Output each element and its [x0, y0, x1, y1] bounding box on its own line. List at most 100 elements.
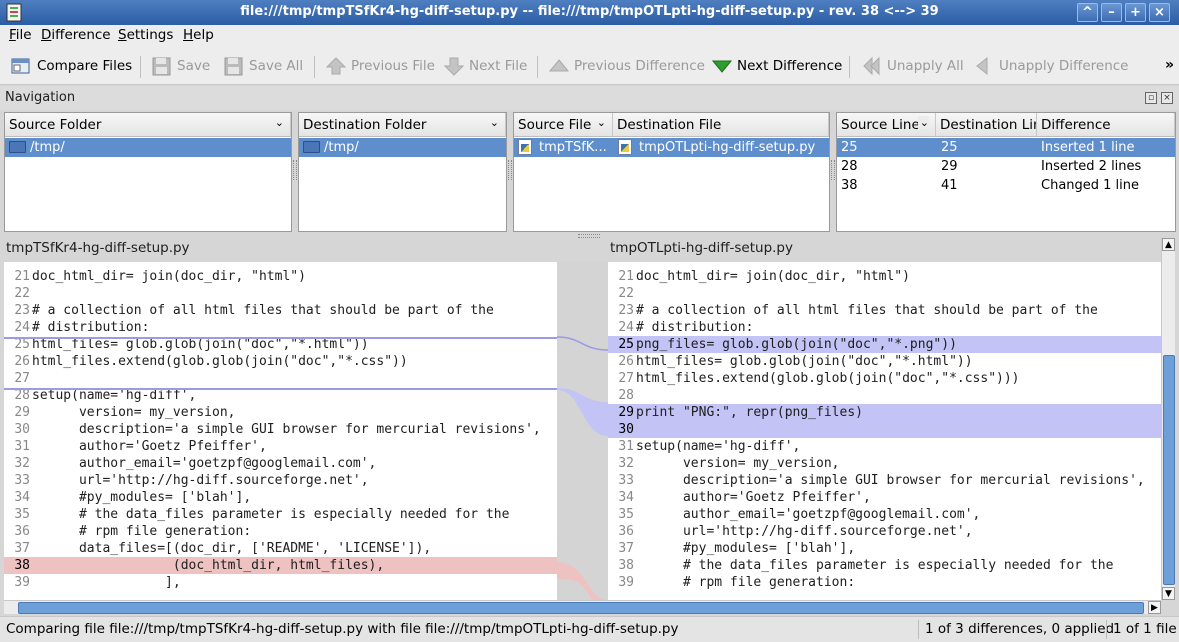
next-file-icon	[444, 57, 464, 76]
scroll-right-icon[interactable]: ▶	[1148, 601, 1161, 614]
source-line-header[interactable]: Source Line ⌄	[837, 113, 936, 137]
code-text: html_files.extend(glob.glob(join("doc","…	[32, 354, 408, 369]
toolbar-overflow-button[interactable]: »	[1165, 57, 1174, 73]
menu-help[interactable]: Help	[183, 27, 214, 43]
code-line: 36 # rpm file generation:	[4, 523, 557, 540]
code-text: #py_modules= ['blah'],	[636, 541, 856, 556]
destination-folder-pane: Destination Folder ⌄ /tmp/	[298, 112, 507, 232]
code-line: 35 author_email='goetzpf@googlemail.com'…	[608, 506, 1161, 523]
vertical-scroll-thumb[interactable]	[1163, 355, 1175, 585]
save-button[interactable]: Save	[152, 54, 210, 78]
menu-bar: File Difference Settings Help	[0, 25, 1179, 47]
line-number: 38	[618, 558, 634, 573]
destination-folder-header[interactable]: Destination Folder ⌄	[299, 113, 506, 137]
line-number: 36	[14, 524, 30, 539]
status-message: Comparing file file:///tmp/tmpTSfKr4-hg-…	[6, 621, 679, 637]
previous-file-button[interactable]: Previous File	[326, 54, 435, 78]
save-all-button[interactable]: Save All	[224, 54, 303, 78]
code-text: # rpm file generation:	[32, 524, 252, 539]
next-difference-button[interactable]: Next Difference	[712, 54, 842, 78]
code-text: # a collection of all html files that sh…	[32, 303, 494, 318]
line-number: 32	[14, 456, 30, 471]
code-line: 34 author='Goetz Pfeiffer',	[608, 489, 1161, 506]
status-separator	[918, 620, 919, 639]
file-pair-row[interactable]: tmpTSfK... tmpOTLpti-hg-diff-setup.py	[514, 138, 829, 157]
code-line: 23 # a collection of all html files that …	[4, 302, 557, 319]
right-diff-view[interactable]: 21 doc_html_dir= join(doc_dir, "html") 22 2…	[608, 262, 1161, 600]
code-line: 32 author_email='goetzpf@googlemail.com'…	[4, 455, 557, 472]
line-number: 36	[618, 524, 634, 539]
line-number: 22	[14, 286, 30, 301]
unapply-difference-button[interactable]: Unapply Difference	[974, 54, 1128, 78]
horizontal-scrollbar[interactable]: ▶	[4, 600, 1161, 614]
code-line: 23 # a collection of all html files that …	[608, 302, 1161, 319]
insertion-marker	[4, 388, 557, 390]
difference-row[interactable]: 25 25 Inserted 1 line	[837, 138, 1175, 157]
code-line: 21 doc_html_dir= join(doc_dir, "html")	[608, 268, 1161, 285]
previous-difference-button[interactable]: Previous Difference	[549, 54, 705, 78]
left-diff-view[interactable]: 21 doc_html_dir= join(doc_dir, "html") 22 2…	[4, 262, 557, 600]
line-number: 28	[618, 388, 634, 403]
line-number: 38	[14, 558, 30, 573]
status-files: 1 of 1 file	[1113, 621, 1177, 637]
toolbar-separator	[140, 56, 141, 78]
source-folder-item[interactable]: /tmp/	[5, 138, 291, 157]
python-file-icon	[618, 139, 632, 155]
code-text: version= my_version,	[636, 456, 840, 471]
destination-folder-item[interactable]: /tmp/	[299, 138, 506, 157]
code-text: setup(name='hg-diff',	[636, 439, 801, 454]
code-line: 26 html_files.extend(glob.glob(join("doc"…	[4, 353, 557, 370]
code-line: 31 author='Goetz Pfeiffer',	[4, 438, 557, 455]
horizontal-splitter-handle[interactable]	[578, 234, 600, 238]
code-text: ],	[32, 575, 181, 590]
toolbar-separator	[537, 56, 538, 78]
difference-row[interactable]: 38 41 Changed 1 line	[837, 176, 1175, 195]
difference-row[interactable]: 28 29 Inserted 2 lines	[837, 157, 1175, 176]
destination-line-header[interactable]: Destination Line	[936, 113, 1037, 137]
menu-settings[interactable]: Settings	[118, 27, 173, 43]
vertical-scrollbar[interactable]: ▲ ▼	[1161, 238, 1175, 600]
status-differences: 1 of 3 differences, 0 applied	[925, 621, 1115, 637]
line-number: 23	[618, 303, 634, 318]
source-folder-header[interactable]: Source Folder ⌄	[5, 113, 291, 137]
code-line: 39 ],	[4, 574, 557, 591]
maximize-button[interactable]: +	[1125, 3, 1146, 22]
difference-header[interactable]: Difference	[1037, 113, 1175, 137]
close-button[interactable]: ×	[1149, 3, 1170, 22]
code-text: author_email='goetzpf@googlemail.com',	[636, 507, 981, 522]
next-file-button[interactable]: Next File	[444, 54, 527, 78]
diff-connector	[556, 262, 609, 600]
code-line: 37 data_files=[(doc_dir, ['README', 'LIC…	[4, 540, 557, 557]
folder-icon	[303, 141, 320, 153]
source-folder-pane: Source Folder ⌄ /tmp/	[4, 112, 292, 232]
float-dock-icon[interactable]: ▫	[1145, 92, 1157, 104]
code-text: # the data_files parameter is especially…	[32, 507, 510, 522]
splitter-handle[interactable]	[508, 160, 512, 180]
line-number: 31	[618, 439, 634, 454]
line-number: 33	[14, 473, 30, 488]
horizontal-scroll-thumb[interactable]	[18, 602, 1144, 614]
destination-file-header[interactable]: Destination File	[613, 113, 829, 137]
code-line: 27 html_files.extend(glob.glob(join("doc"…	[608, 370, 1161, 387]
code-line: 24 # distribution:	[608, 319, 1161, 336]
code-line: 36 url='http://hg-diff.sourceforge.net',	[608, 523, 1161, 540]
line-number: 33	[618, 473, 634, 488]
line-number: 27	[14, 371, 30, 386]
chevron-down-icon: ⌄	[274, 116, 284, 129]
source-file-header[interactable]: Source File ⌄	[514, 113, 613, 137]
unapply-all-button[interactable]: Unapply All	[862, 54, 964, 78]
scroll-up-icon[interactable]: ▲	[1162, 238, 1175, 251]
splitter-handle[interactable]	[293, 160, 297, 180]
code-line: 30 description='a simple GUI browser for…	[4, 421, 557, 438]
line-number: 37	[618, 541, 634, 556]
minimize-button[interactable]: –	[1101, 3, 1122, 22]
code-text: print "PNG:", repr(png_files)	[636, 405, 863, 420]
scroll-down-icon[interactable]: ▼	[1162, 587, 1175, 600]
menu-file[interactable]: File	[9, 27, 32, 43]
code-line: 38 # the data_files parameter is especia…	[608, 557, 1161, 574]
close-dock-icon[interactable]: ×	[1161, 92, 1173, 104]
compare-files-button[interactable]: Compare Files	[10, 54, 132, 78]
shade-button[interactable]: ^	[1077, 3, 1098, 22]
splitter-handle[interactable]	[831, 160, 835, 180]
menu-difference[interactable]: Difference	[41, 27, 111, 43]
